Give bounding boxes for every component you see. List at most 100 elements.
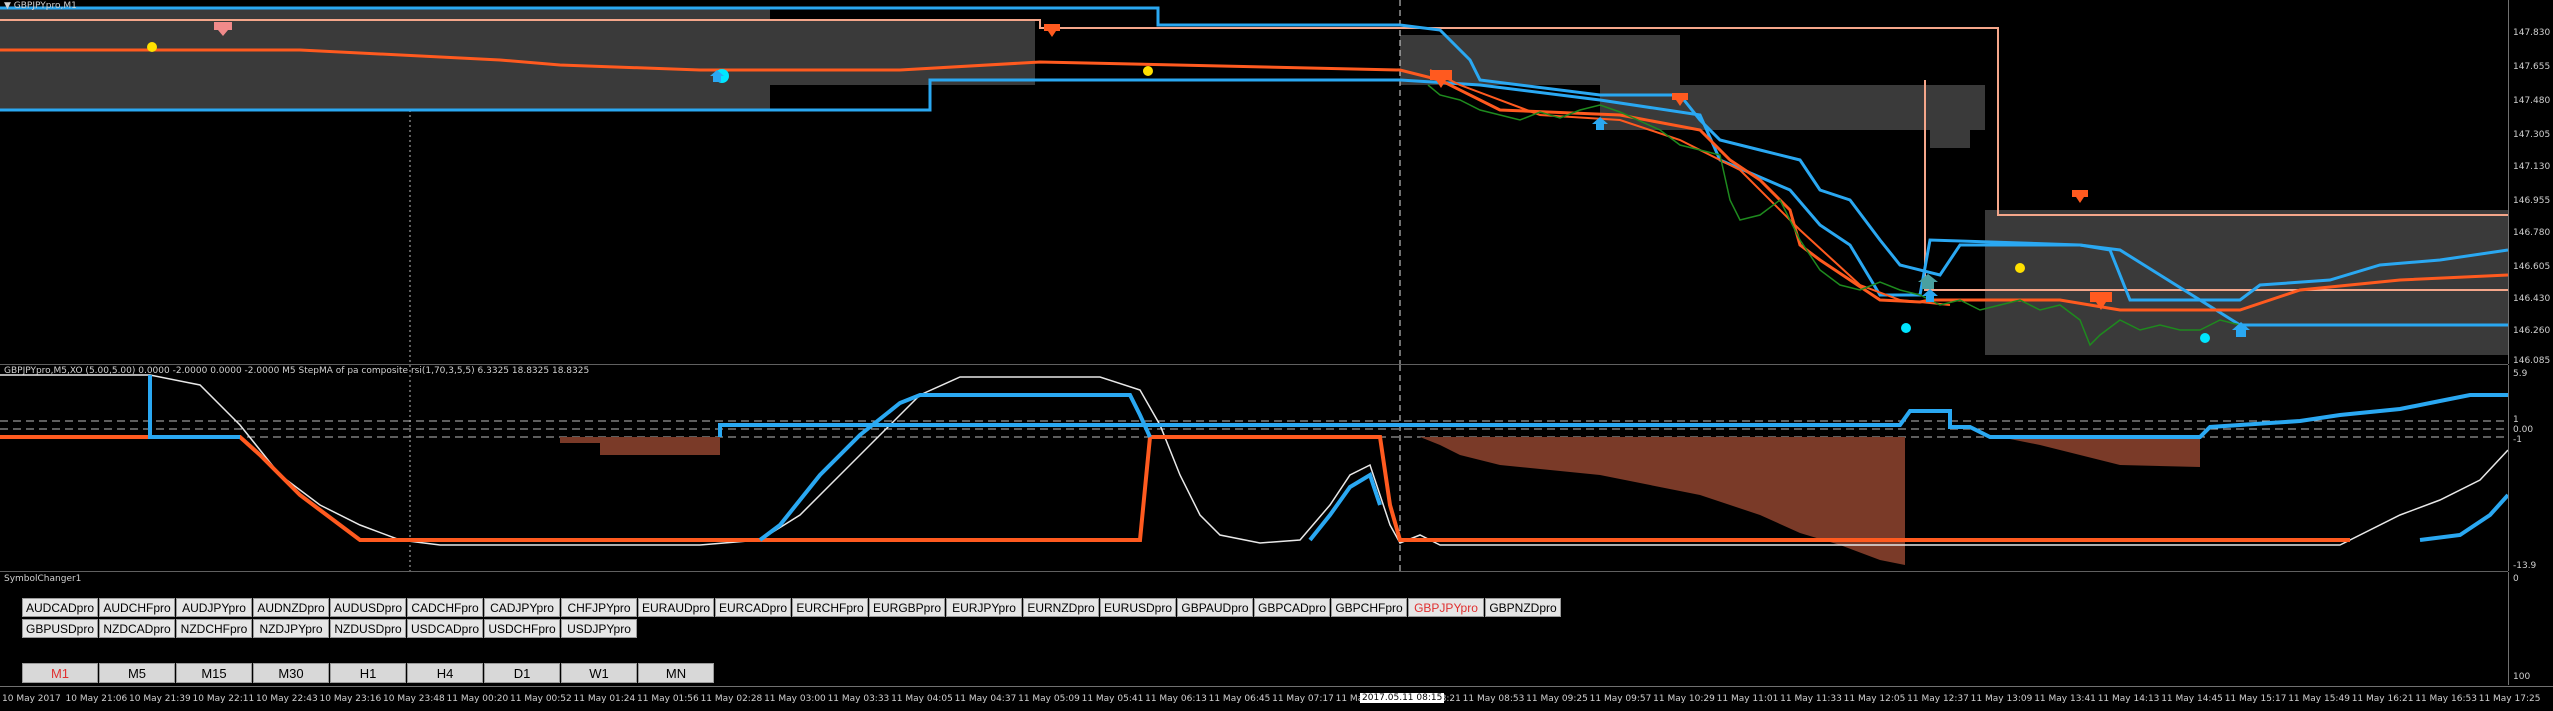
symbol-button-chfjpypro[interactable]: CHFJPYpro bbox=[561, 598, 637, 617]
time-label: 11 May 07:17 bbox=[1272, 694, 1334, 704]
timeframe-button-m30[interactable]: M30 bbox=[253, 663, 329, 683]
symbol-button-audusdpro[interactable]: AUDUSDpro bbox=[330, 598, 406, 617]
time-label: 11 May 09:57 bbox=[1589, 694, 1652, 704]
symbol-button-eurusdpro[interactable]: EURUSDpro bbox=[1100, 598, 1176, 617]
symbol-button-eurcadpro[interactable]: EURCADpro bbox=[715, 598, 791, 617]
time-axis[interactable]: 10 May 2017 10 May 21:06 10 May 21:39 10 Ma… bbox=[0, 686, 2553, 711]
indicator-canvas bbox=[0, 365, 2508, 571]
scale-label: 100 bbox=[2513, 672, 2531, 682]
signal-dot bbox=[2200, 333, 2210, 343]
timeframe-button-h4[interactable]: H4 bbox=[407, 663, 483, 683]
symbol-button-audcadpro[interactable]: AUDCADpro bbox=[22, 598, 98, 617]
price-chart-pane[interactable]: ▼ GBPJPYpro,M1 bbox=[0, 0, 2508, 365]
scale-label: -13.9 bbox=[2513, 561, 2537, 571]
symbol-button-nzdchfpro[interactable]: NZDCHFpro bbox=[176, 619, 252, 638]
time-label: 10 May 21:06 bbox=[65, 694, 128, 704]
symbol-button-gbpjpypro[interactable]: GBPJPYpro bbox=[1408, 598, 1484, 617]
indicator-pane[interactable]: GBPJPYpro,M5,XO (5.00,5.00) 0.0000 -2.00… bbox=[0, 365, 2508, 572]
time-label: 11 May 14:13 bbox=[2097, 694, 2160, 704]
timeframe-button-h1[interactable]: H1 bbox=[330, 663, 406, 683]
price-label: 147.830 bbox=[2513, 28, 2551, 38]
time-label: 11 May 17:25 bbox=[2478, 694, 2541, 704]
symbol-button-audjpypro[interactable]: AUDJPYpro bbox=[176, 598, 252, 617]
signal-dot bbox=[1143, 66, 1153, 76]
time-label: 11 May 11:01 bbox=[1716, 694, 1779, 704]
time-label: 11 May 03:00 bbox=[764, 694, 826, 704]
zone-rect bbox=[1985, 210, 2508, 355]
blue-ma-line bbox=[758, 393, 1152, 542]
symbol-button-gbpnzdpro[interactable]: GBPNZDpro bbox=[1485, 598, 1561, 617]
time-label: 11 May 05:41 bbox=[1081, 694, 1144, 704]
price-label: 147.655 bbox=[2513, 62, 2551, 72]
timeframe-button-mn[interactable]: MN bbox=[638, 663, 714, 683]
time-label: 11 May 13:41 bbox=[2034, 694, 2096, 704]
histogram-area bbox=[1420, 437, 1905, 565]
arrow-marker bbox=[1044, 24, 1060, 37]
time-label: 11 May 13:09 bbox=[1970, 694, 2033, 704]
chart-title: ▼ GBPJPYpro,M1 bbox=[4, 1, 77, 11]
symbol-button-eurgbppro[interactable]: EURGBPpro bbox=[869, 598, 945, 617]
signal-dot bbox=[2015, 263, 2025, 273]
symbol-button-audchfpro[interactable]: AUDCHFpro bbox=[99, 598, 175, 617]
time-label: 11 May 05:09 bbox=[1018, 694, 1080, 704]
time-label: 10 May 22:43 bbox=[256, 694, 318, 704]
time-label: 11 May 06:45 bbox=[1208, 694, 1271, 704]
symbol-button-gbpaudpro[interactable]: GBPAUDpro bbox=[1177, 598, 1253, 617]
symbol-button-nzdcadpro[interactable]: NZDCADpro bbox=[99, 619, 175, 638]
symbol-button-nzdusdpro[interactable]: NZDUSDpro bbox=[330, 619, 406, 638]
time-label: 11 May 16:53 bbox=[2415, 694, 2477, 704]
zone-rect bbox=[0, 8, 770, 110]
time-label: 11 May 10:29 bbox=[1653, 694, 1715, 704]
time-label: 10 May 23:48 bbox=[383, 694, 445, 704]
time-label: 11 May 01:56 bbox=[637, 694, 699, 704]
price-label: 146.430 bbox=[2513, 294, 2551, 304]
scale-label: 0 bbox=[2513, 574, 2519, 584]
timeframe-button-d1[interactable]: D1 bbox=[484, 663, 560, 683]
time-label: 11 May 03:33 bbox=[827, 694, 890, 704]
symbol-changer-pane: SymbolChanger1 AUDCADpro AUDCHFpro AUDJPYp… bbox=[0, 572, 2508, 684]
price-label: 147.480 bbox=[2513, 96, 2551, 106]
blue-ma-line bbox=[718, 393, 2508, 439]
price-label: 146.955 bbox=[2513, 196, 2551, 206]
time-label: 11 May 09:25 bbox=[1526, 694, 1588, 704]
timeframe-button-m5[interactable]: M5 bbox=[99, 663, 175, 683]
symbol-button-eurchfpro[interactable]: EURCHFpro bbox=[792, 598, 868, 617]
scale-label: -1 bbox=[2513, 435, 2522, 445]
orange-ma-line bbox=[0, 435, 2350, 542]
price-label: 147.130 bbox=[2513, 162, 2551, 172]
timeframe-button-m1[interactable]: M1 bbox=[22, 663, 98, 683]
symbol-button-eurjpypro[interactable]: EURJPYpro bbox=[946, 598, 1022, 617]
symbol-button-gbpusdpro[interactable]: GBPUSDpro bbox=[22, 619, 98, 638]
symbol-button-cadchfpro[interactable]: CADCHFpro bbox=[407, 598, 483, 617]
symbol-button-usdcadpro[interactable]: USDCADpro bbox=[407, 619, 483, 638]
price-label: 147.305 bbox=[2513, 130, 2551, 140]
price-label: 146.605 bbox=[2513, 262, 2551, 272]
timeframe-button-w1[interactable]: W1 bbox=[561, 663, 637, 683]
symbol-changer-axis: 0 100 bbox=[2508, 572, 2553, 685]
symbol-button-eurnzdpro[interactable]: EURNZDpro bbox=[1023, 598, 1099, 617]
timeframe-button-m15[interactable]: M15 bbox=[176, 663, 252, 683]
symbol-button-usdchfpro[interactable]: USDCHFpro bbox=[484, 619, 560, 638]
histogram-area bbox=[500, 437, 720, 455]
price-axis[interactable]: 147.830 147.655 147.480 147.305 147.130 … bbox=[2508, 0, 2553, 366]
scale-label: 5.9 bbox=[2513, 369, 2528, 379]
scale-label: 1 bbox=[2513, 415, 2519, 425]
time-label: 11 May 08:53 bbox=[1462, 694, 1525, 704]
indicator-axis[interactable]: 5.9 1 0.00 -1 -13.9 bbox=[2508, 365, 2553, 571]
time-label: 11 May 12:37 bbox=[1907, 694, 1969, 704]
indicator-title: GBPJPYpro,M5,XO (5.00,5.00) 0.0000 -2.00… bbox=[4, 366, 590, 376]
symbol-row-2: GBPUSDpro NZDCADpro NZDCHFpro NZDJPYpro NZDU… bbox=[22, 619, 637, 638]
symbol-button-gbpchfpro[interactable]: GBPCHFpro bbox=[1331, 598, 1407, 617]
symbol-button-gbpcadpro[interactable]: GBPCADpro bbox=[1254, 598, 1330, 617]
price-label: 146.260 bbox=[2513, 326, 2551, 336]
symbol-row-1: AUDCADpro AUDCHFpro AUDJPYpro AUDNZDpro AUDU… bbox=[22, 598, 1561, 617]
time-label: 11 May 00:20 bbox=[446, 694, 509, 704]
symbol-button-usdjpypro[interactable]: USDJPYpro bbox=[561, 619, 637, 638]
symbol-button-audnzdpro[interactable]: AUDNZDpro bbox=[253, 598, 329, 617]
symbol-button-nzdjpypro[interactable]: NZDJPYpro bbox=[253, 619, 329, 638]
signal-dot bbox=[147, 42, 157, 52]
symbol-button-euraudpro[interactable]: EURAUDpro bbox=[638, 598, 714, 617]
symbol-button-cadjpypro[interactable]: CADJPYpro bbox=[484, 598, 560, 617]
time-label: 10 May 21:39 bbox=[129, 694, 191, 704]
time-label: 11 May 12:05 bbox=[1843, 694, 1906, 704]
